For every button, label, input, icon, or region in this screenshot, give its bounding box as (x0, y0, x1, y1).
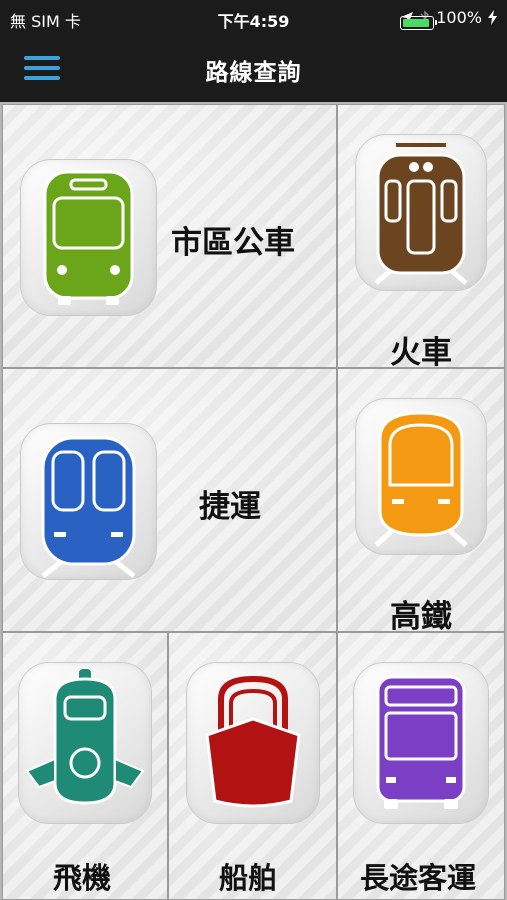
tile-city-bus[interactable]: 市區公車 (2, 104, 337, 368)
tile-airplane[interactable]: 飛機 (2, 632, 168, 900)
tile-label: 長途客運 (360, 861, 477, 895)
status-bar: 無 SIM 卡 下午4:59 100% (0, 0, 507, 36)
tile-label: 火車 (390, 335, 452, 368)
tile-label: 高鐵 (390, 599, 452, 632)
page-title: 路線查詢 (205, 60, 302, 86)
tile-label: 飛機 (53, 861, 112, 895)
coach-bus-icon (376, 675, 466, 809)
tile-metro[interactable]: 捷運 (2, 368, 337, 632)
tile-label: 市區公車 (171, 225, 295, 261)
metro-icon (41, 436, 136, 578)
airplane-icon (25, 669, 145, 805)
navigation-bar: 路線查詢 (0, 36, 507, 102)
train-icon (374, 143, 468, 285)
tile-high-speed-rail[interactable]: 高鐵 (337, 368, 505, 632)
tile-ship[interactable]: 船舶 (168, 632, 337, 900)
city-bus-icon (43, 170, 134, 305)
charging-icon (488, 10, 497, 25)
battery-icon (400, 16, 438, 30)
tile-coach-bus[interactable]: 長途客運 (337, 632, 505, 900)
ship-icon (205, 675, 301, 808)
tile-label: 捷運 (199, 489, 261, 525)
battery-percent: 100% (436, 8, 482, 27)
route-query-grid: 市區公車 火車 捷運 高鐵 飛機 船舶 長途客運 (0, 102, 507, 900)
high-speed-rail-icon (374, 411, 468, 547)
tile-train[interactable]: 火車 (337, 104, 505, 368)
tile-label: 船舶 (219, 861, 278, 895)
